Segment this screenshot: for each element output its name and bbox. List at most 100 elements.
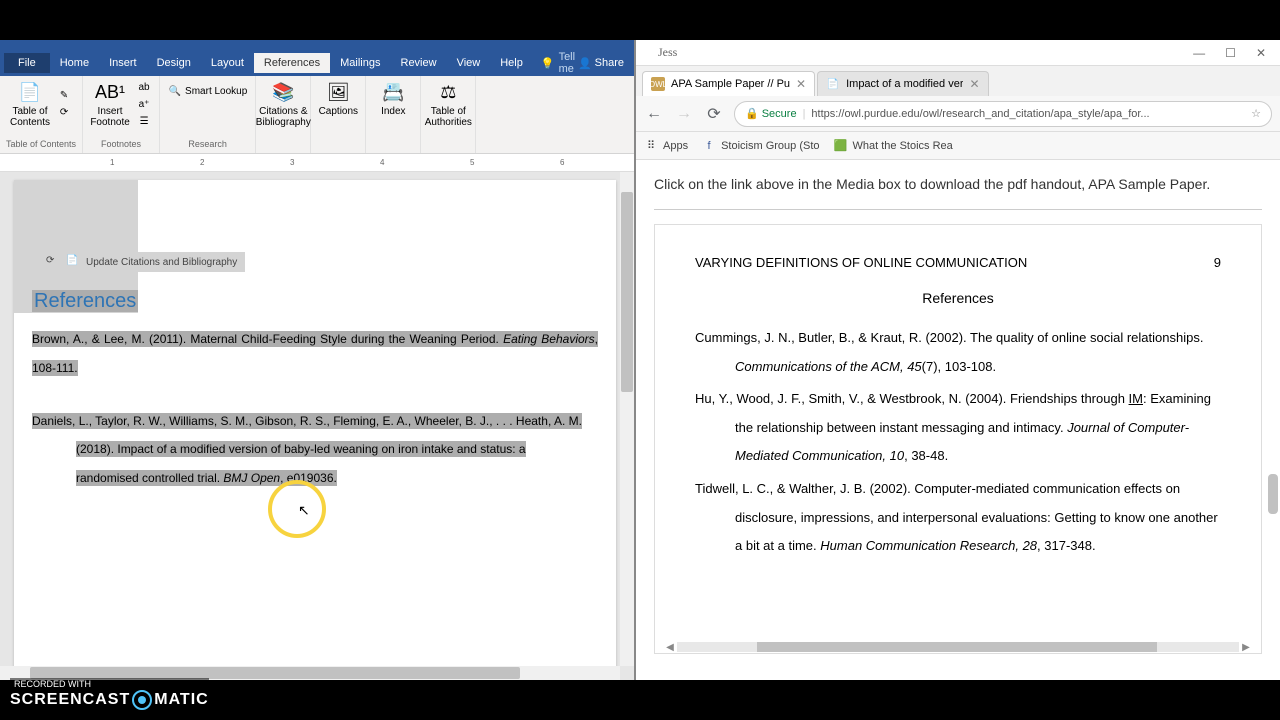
reload-button[interactable]: ⟳	[704, 104, 724, 124]
page-icon: 🟩	[834, 139, 848, 153]
menu-help[interactable]: Help	[490, 53, 533, 73]
research-group-label: Research	[188, 139, 227, 151]
apps-icon: ⠿	[644, 139, 658, 153]
menu-insert[interactable]: Insert	[99, 53, 147, 73]
lightbulb-icon: 💡	[541, 57, 555, 70]
pdf-page-number: 9	[1214, 255, 1221, 270]
menu-file[interactable]: File	[4, 53, 50, 73]
index-icon: 📇	[381, 80, 405, 104]
index-button[interactable]: 📇 Index	[372, 78, 414, 119]
menu-design[interactable]: Design	[147, 53, 201, 73]
citations-icon: 📚	[271, 80, 295, 104]
update-table-button[interactable]: ⟳	[55, 105, 73, 121]
word-menu-bar: File Home Insert Design Layout Reference…	[0, 50, 634, 76]
tab-close-icon[interactable]: ✕	[796, 77, 806, 91]
vertical-scrollbar[interactable]	[620, 172, 634, 666]
browser-toolbar: ← → ⟳ 🔒Secure | https://owl.purdue.edu/o…	[636, 96, 1280, 132]
lock-icon: 🔒	[745, 107, 759, 120]
bookmark-star-icon[interactable]: ☆	[1251, 107, 1261, 120]
bookmark-item[interactable]: fStoicism Group (Sto	[702, 139, 819, 153]
reference-entry: Daniels, L., Taylor, R. W., Williams, S.…	[32, 407, 598, 493]
show-notes-button[interactable]: ☰	[135, 113, 153, 129]
back-button[interactable]: ←	[644, 104, 664, 124]
document-area[interactable]: ⟳ 📄 Update Citations and Bibliography Re…	[0, 172, 634, 680]
pdf-reference-entry: Cummings, J. N., Butler, B., & Kraut, R.…	[695, 324, 1221, 381]
update-icon: ⟳	[57, 106, 71, 120]
pdf-reference-entry: Tidwell, L. C., & Walther, J. B. (2002).…	[695, 475, 1221, 561]
table-of-contents-button[interactable]: 📄 Table of Contents	[9, 78, 51, 130]
pdf-running-head: VARYING DEFINITIONS OF ONLINE COMMUNICAT…	[695, 255, 1027, 270]
share-button[interactable]: 👤Share	[578, 57, 630, 70]
pdf-preview[interactable]: VARYING DEFINITIONS OF ONLINE COMMUNICAT…	[654, 224, 1262, 654]
pdf-reference-entry: Hu, Y., Wood, J. F., Smith, V., & Westbr…	[695, 385, 1221, 471]
ribbon-toolbar: 📄 Table of Contents ✎ ⟳ Table of Content…	[0, 76, 634, 154]
refresh-icon: ⟳	[46, 255, 60, 269]
url-text: https://owl.purdue.edu/owl/research_and_…	[811, 108, 1245, 120]
divider	[654, 209, 1262, 210]
footnotes-group-label: Footnotes	[101, 139, 141, 151]
captions-button[interactable]: 🖼 Captions	[317, 78, 359, 119]
bookmarks-bar: ⠿Apps fStoicism Group (Sto 🟩What the Sto…	[636, 132, 1280, 160]
window-minimize-button[interactable]: —	[1183, 44, 1215, 62]
document-page[interactable]: ⟳ 📄 Update Citations and Bibliography Re…	[14, 180, 616, 680]
facebook-icon: f	[702, 139, 716, 153]
authorities-icon: ⚖	[436, 80, 460, 104]
scroll-right-icon[interactable]: ▶	[1239, 642, 1253, 653]
browser-tab-strip: OWL APA Sample Paper // Pu ✕ 📄 Impact of…	[636, 66, 1280, 96]
tell-me-search[interactable]: 💡Tell me	[541, 51, 578, 75]
browser-tab-active[interactable]: OWL APA Sample Paper // Pu ✕	[642, 71, 815, 96]
menu-review[interactable]: Review	[391, 53, 447, 73]
forward-button[interactable]: →	[674, 104, 694, 124]
address-bar[interactable]: 🔒Secure | https://owl.purdue.edu/owl/res…	[734, 101, 1272, 127]
references-heading: References	[14, 180, 138, 313]
scroll-left-icon[interactable]: ◀	[663, 642, 677, 653]
share-icon: 👤	[578, 57, 592, 70]
page-favicon-icon: 📄	[826, 77, 840, 91]
toc-icon: 📄	[18, 80, 42, 104]
scrollbar-thumb[interactable]	[621, 192, 633, 392]
bookmark-item[interactable]: 🟩What the Stoics Rea	[834, 139, 953, 153]
secure-badge: 🔒Secure	[745, 107, 797, 120]
menu-home[interactable]: Home	[50, 53, 99, 73]
horizontal-ruler[interactable]: 1 2 3 4 5 6	[0, 154, 634, 172]
window-close-button[interactable]: ✕	[1246, 44, 1276, 62]
insert-endnote-button[interactable]: ab	[135, 79, 153, 95]
browser-content[interactable]: Click on the link above in the Media box…	[636, 160, 1280, 680]
cursor-icon: ↖	[298, 502, 310, 519]
show-notes-icon: ☰	[137, 114, 151, 128]
page-intro-text: Click on the link above in the Media box…	[654, 174, 1262, 195]
endnote-icon: ab	[137, 80, 151, 94]
doc-icon: 📄	[66, 255, 80, 269]
menu-references[interactable]: References	[254, 53, 330, 73]
scrollbar-thumb[interactable]	[757, 642, 1157, 652]
footnote-icon: AB¹	[98, 80, 122, 104]
menu-layout[interactable]: Layout	[201, 53, 254, 73]
word-window: File Home Insert Design Layout Reference…	[0, 40, 636, 680]
update-citations-bar[interactable]: ⟳ 📄 Update Citations and Bibliography	[38, 252, 245, 272]
pdf-horizontal-scrollbar[interactable]: ◀ ▶	[663, 641, 1253, 653]
pdf-references-title: References	[695, 290, 1221, 306]
menu-view[interactable]: View	[447, 53, 491, 73]
authorities-button[interactable]: ⚖ Table of Authorities	[427, 78, 469, 130]
toc-group-label: Table of Contents	[6, 139, 76, 151]
next-footnote-button[interactable]: a⁺	[135, 96, 153, 112]
reference-entry: Brown, A., & Lee, M. (2011). Maternal Ch…	[32, 325, 598, 383]
menu-mailings[interactable]: Mailings	[330, 53, 390, 73]
scrollbar-thumb[interactable]	[1268, 474, 1278, 514]
owl-favicon-icon: OWL	[651, 77, 665, 91]
add-text-icon: ✎	[57, 89, 71, 103]
captions-icon: 🖼	[326, 80, 350, 104]
next-footnote-icon: a⁺	[137, 97, 151, 111]
tab-close-icon[interactable]: ✕	[969, 77, 979, 91]
window-maximize-button[interactable]: ☐	[1215, 44, 1246, 62]
browser-tab[interactable]: 📄 Impact of a modified ver ✕	[817, 71, 988, 96]
bookmark-apps[interactable]: ⠿Apps	[644, 139, 688, 153]
browser-window: Jess — ☐ ✕ OWL APA Sample Paper // Pu ✕ …	[636, 40, 1280, 680]
content-vertical-scrollbar[interactable]	[1268, 174, 1278, 660]
citations-button[interactable]: 📚 Citations & Bibliography	[262, 78, 304, 130]
insert-footnote-button[interactable]: AB¹ Insert Footnote	[89, 78, 131, 130]
browser-titlebar: Jess — ☐ ✕	[636, 40, 1280, 66]
user-profile-label[interactable]: Jess	[648, 43, 687, 62]
add-text-button[interactable]: ✎	[55, 88, 73, 104]
smart-lookup-button[interactable]: 🔍Smart Lookup	[166, 78, 249, 99]
